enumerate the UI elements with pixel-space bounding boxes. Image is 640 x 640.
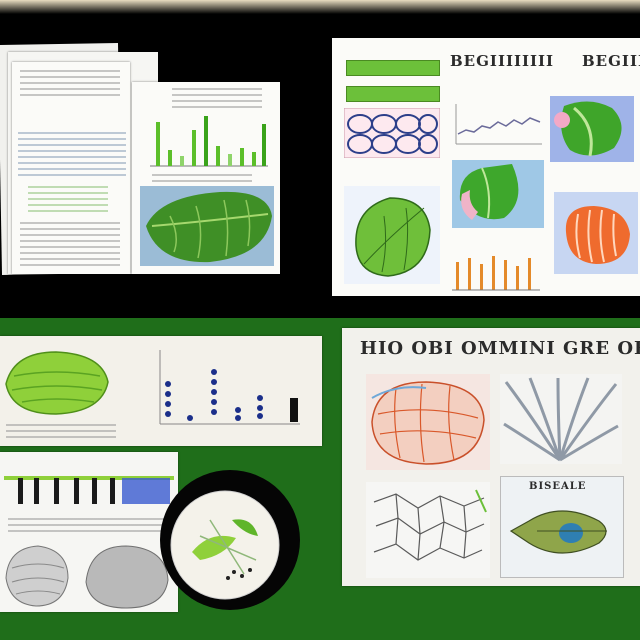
point (211, 399, 217, 405)
board-heading-left: BEGIIIIIIII (450, 52, 555, 70)
specimen-panel: BISEALE (500, 476, 624, 578)
point (211, 369, 217, 375)
text-block (20, 222, 120, 266)
bar (156, 122, 160, 166)
bottom-left-sheet (0, 452, 178, 612)
point (235, 415, 241, 421)
top-right-board: BEGIIIIIIII BEGIII (332, 38, 640, 296)
text-block (20, 70, 120, 100)
caption-lines (152, 174, 252, 182)
line-chart (455, 104, 542, 145)
bar (290, 398, 298, 422)
leaf-in-frame (452, 160, 544, 228)
point (235, 407, 241, 413)
scatter-chart (159, 350, 300, 425)
point (257, 405, 263, 411)
point (165, 381, 171, 387)
sheet-header (172, 88, 262, 108)
green-seed-illustration (5, 351, 109, 415)
point (257, 413, 263, 419)
bar (252, 152, 256, 166)
point (211, 379, 217, 385)
point (211, 409, 217, 415)
middle-left-sheet (0, 336, 322, 446)
tube-bars (452, 256, 540, 291)
bar (240, 148, 244, 166)
gray-specimen-right (85, 545, 169, 609)
gray-specimen-left (5, 545, 69, 607)
gray-network-illustration (366, 482, 490, 578)
sheet-text (6, 424, 116, 438)
highlighted-rows (28, 186, 108, 214)
point (165, 411, 171, 417)
point (165, 391, 171, 397)
point (211, 389, 217, 395)
green-band (346, 60, 440, 76)
pillar-bar-chart (4, 476, 174, 504)
board-heading-right: BEGIII (582, 52, 640, 70)
table-edge (0, 0, 640, 14)
bar (180, 156, 184, 166)
point (187, 415, 193, 421)
bar-chart-graphic (150, 116, 268, 167)
vein-network-illustration (366, 374, 490, 470)
cell-diagram (344, 108, 440, 158)
document-page-front (12, 62, 130, 274)
bar (262, 124, 266, 166)
orange-tissue-illustration (554, 192, 638, 274)
radial-fiber-illustration (500, 374, 622, 464)
bar (168, 150, 172, 166)
bar (228, 154, 232, 166)
point (165, 401, 171, 407)
leaf-photo (140, 186, 274, 266)
point (257, 395, 263, 401)
green-band (346, 86, 440, 102)
specimen-panel-caption: BISEALE (529, 481, 587, 492)
bottom-right-board: HIO OBI OMMINI GRE ORC DEPIBIC BISEALE (342, 328, 640, 586)
sheet-text (8, 518, 168, 532)
green-leaf-illustration (550, 96, 634, 162)
bar (204, 116, 208, 166)
petri-dish-contents (170, 490, 280, 600)
fish-specimen-illustration (509, 510, 607, 554)
bar-chart-sheet (132, 82, 280, 274)
leaf-cross-section (344, 186, 440, 284)
bar (216, 146, 220, 166)
table-block (18, 132, 126, 176)
poster-heading: HIO OBI OMMINI GRE ORC DEPIBIC (360, 338, 640, 359)
bar (192, 130, 196, 166)
